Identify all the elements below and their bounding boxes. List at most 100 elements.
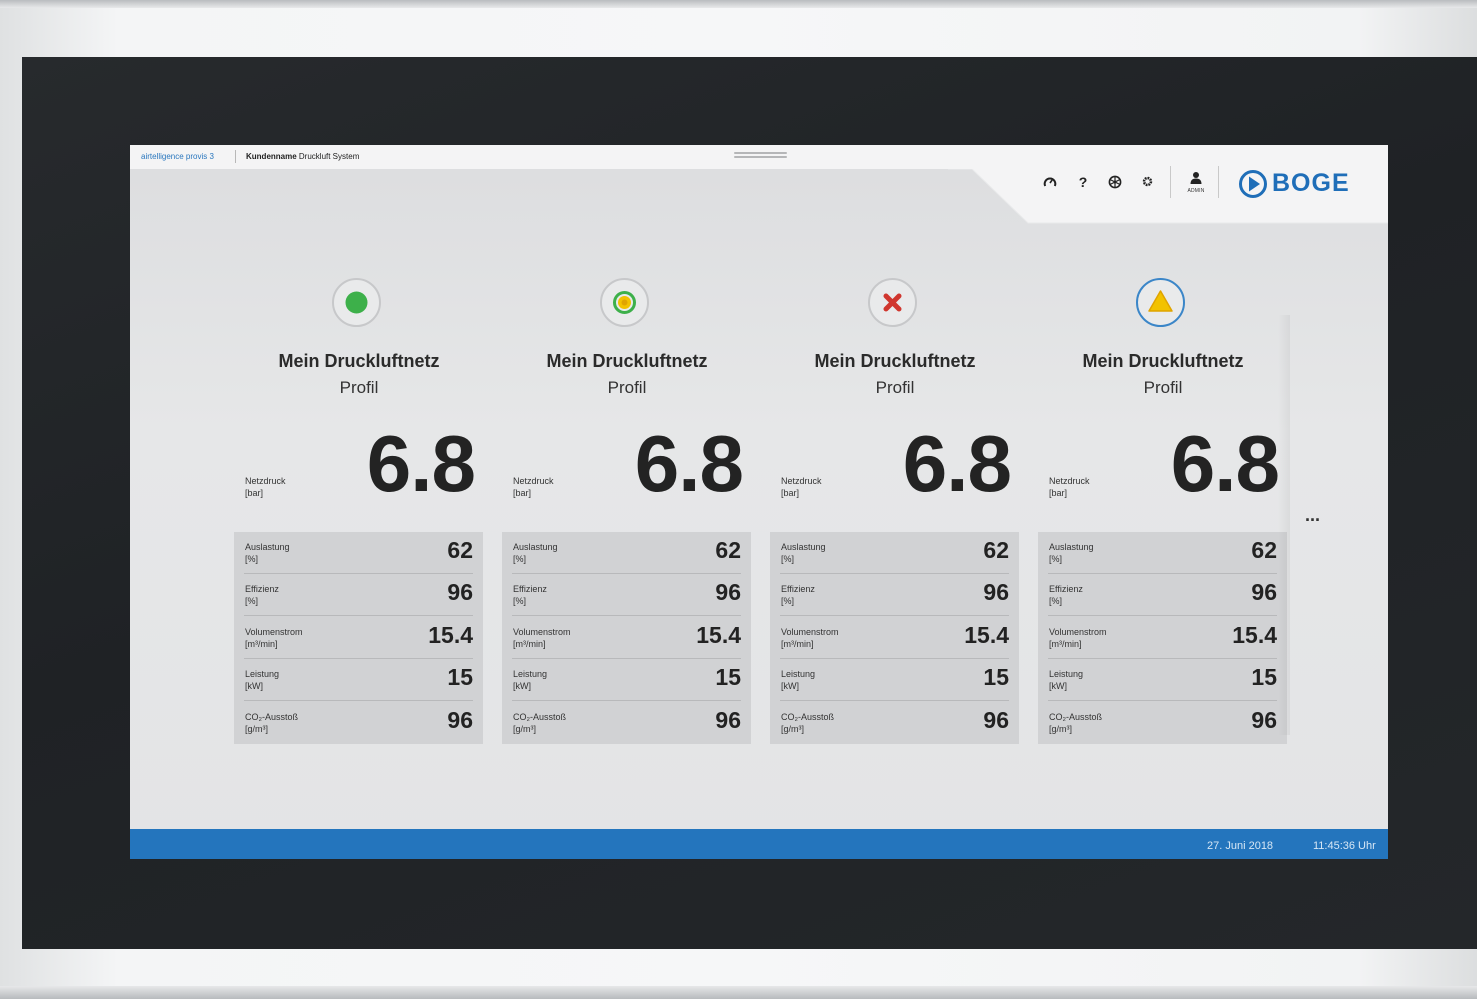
metric-value: 15 xyxy=(715,664,741,690)
metrics-table: Auslastung [%] 62 Effizienz [%] 96 Volumenst… xyxy=(1038,532,1287,744)
metric-unit: [kW] xyxy=(1049,681,1067,691)
metric-value: 15.4 xyxy=(1232,622,1277,648)
app-name: airtelligence provis 3 xyxy=(141,152,214,161)
system-name: Kundenname Druckluft System xyxy=(246,152,359,161)
metric-unit: [%] xyxy=(1049,554,1063,564)
help-icon[interactable]: ? xyxy=(1073,171,1093,193)
metric-unit: [m³/min] xyxy=(513,639,546,649)
metric-unit: [%] xyxy=(1049,596,1063,606)
metric-label: Auslastung xyxy=(245,542,290,552)
boge-play-icon xyxy=(1239,170,1267,198)
pressure-label: Netzdruck [bar] xyxy=(1049,476,1090,498)
card-subtitle: Profil xyxy=(607,378,647,397)
metric-unit: [g/m³] xyxy=(245,724,269,734)
status-date: 27. Juni 2018 xyxy=(1207,840,1274,852)
metric-label: Leistung xyxy=(245,669,280,679)
metric-unit: [%] xyxy=(513,554,527,564)
metric-value: 62 xyxy=(983,537,1009,563)
app-screen: airtelligence provis 3 Kundenname Druckl… xyxy=(130,145,1388,859)
topbar-divider xyxy=(235,150,236,163)
pressure-label: Netzdruck [bar] xyxy=(513,476,554,498)
metric-row: CO₂-Ausstoß [g/m³] 96 xyxy=(1038,702,1287,744)
status-time: 11:45:36 Uhr xyxy=(1313,840,1376,852)
frame-bottom-edge xyxy=(0,986,1477,999)
metric-row: Auslastung [%] 62 xyxy=(1038,532,1287,574)
header-separator xyxy=(1218,166,1219,198)
metric-row: CO₂-Ausstoß [g/m³] 96 xyxy=(770,702,1019,744)
metric-label: Effizienz xyxy=(1049,584,1083,594)
metric-row: CO₂-Ausstoß [g/m³] 96 xyxy=(502,702,751,744)
pressure-label: Netzdruck [bar] xyxy=(781,476,822,498)
metric-value: 62 xyxy=(1251,537,1277,563)
metric-label: Effizienz xyxy=(245,584,279,594)
system-type: Druckluft System xyxy=(296,152,360,161)
metric-label: CO₂-Ausstoß xyxy=(245,712,299,722)
status-bar: 27. Juni 2018 11:45:36 Uhr xyxy=(130,829,1388,859)
network-icon[interactable] xyxy=(1105,171,1125,193)
metric-unit: [g/m³] xyxy=(781,724,805,734)
top-bar: airtelligence provis 3 Kundenname Druckl… xyxy=(130,145,1388,169)
network-card[interactable]: Mein Druckluftnetz Profil Netzdruck [bar]… xyxy=(1038,275,1288,745)
metric-unit: [m³/min] xyxy=(781,639,814,649)
pressure-label: Netzdruck [bar] xyxy=(245,476,286,498)
card-edge-shadow xyxy=(1278,315,1290,735)
metric-value: 62 xyxy=(447,537,473,563)
metric-label: Volumenstrom xyxy=(245,627,303,637)
metric-unit: [g/m³] xyxy=(513,724,537,734)
more-button[interactable]: ... xyxy=(1305,505,1320,526)
dashboard-gauge-icon[interactable] xyxy=(1040,171,1060,193)
status-indicator xyxy=(600,278,649,327)
metric-row: Leistung [kW] 15 xyxy=(770,659,1019,701)
card-title: Mein Druckluftnetz xyxy=(814,351,976,371)
status-indicator xyxy=(868,278,917,327)
metric-value: 96 xyxy=(447,579,473,605)
network-card[interactable]: Mein Druckluftnetz Profil Netzdruck [bar]… xyxy=(770,275,1020,745)
yellow-triangle-icon xyxy=(1148,290,1173,312)
metric-row: Volumenstrom [m³/min] 15.4 xyxy=(770,617,1019,659)
card-title: Mein Druckluftnetz xyxy=(278,351,440,371)
metrics-table: Auslastung [%] 62 Effizienz [%] 96 Volumenst… xyxy=(234,532,483,744)
metric-row: Effizienz [%] 96 xyxy=(502,574,751,616)
metric-row: Effizienz [%] 96 xyxy=(1038,574,1287,616)
admin-label: ADMIN xyxy=(1187,188,1205,194)
card-subtitle: Profil xyxy=(339,378,379,397)
metrics-table: Auslastung [%] 62 Effizienz [%] 96 Volumenst… xyxy=(770,532,1019,744)
metric-unit: [%] xyxy=(513,596,527,606)
metric-label: CO₂-Ausstoß xyxy=(513,712,567,722)
metric-value: 96 xyxy=(715,707,741,733)
metric-value: 15 xyxy=(1251,664,1277,690)
metric-label: Volumenstrom xyxy=(781,627,839,637)
metric-value: 15.4 xyxy=(696,622,741,648)
metric-label: Auslastung xyxy=(781,542,826,552)
metric-unit: [kW] xyxy=(781,681,799,691)
metric-row: Volumenstrom [m³/min] 15.4 xyxy=(502,617,751,659)
header-toolbar: ? ADMIN xyxy=(1040,166,1260,198)
metric-row: Auslastung [%] 62 xyxy=(770,532,1019,574)
metric-value: 96 xyxy=(983,579,1009,605)
metric-label: Volumenstrom xyxy=(1049,627,1107,637)
drag-handle[interactable] xyxy=(734,152,787,159)
logo-text: BOGE xyxy=(1272,169,1350,197)
metric-row: Leistung [kW] 15 xyxy=(502,659,751,701)
metric-row: Auslastung [%] 62 xyxy=(502,532,751,574)
status-indicator xyxy=(332,278,381,327)
pressure-value: 6.8 xyxy=(634,419,744,508)
network-card[interactable]: Mein Druckluftnetz Profil Netzdruck [bar]… xyxy=(234,275,484,745)
metric-value: 62 xyxy=(715,537,741,563)
pressure-value: 6.8 xyxy=(1170,419,1280,508)
metric-row: Effizienz [%] 96 xyxy=(770,574,1019,616)
settings-gear-icon[interactable] xyxy=(1137,171,1157,193)
metric-unit: [kW] xyxy=(245,681,263,691)
metric-label: Leistung xyxy=(781,669,816,679)
card-title: Mein Druckluftnetz xyxy=(546,351,708,371)
metric-value: 96 xyxy=(1251,579,1277,605)
pressure-value: 6.8 xyxy=(366,419,476,508)
metric-unit: [g/m³] xyxy=(1049,724,1073,734)
network-card[interactable]: Mein Druckluftnetz Profil Netzdruck [bar]… xyxy=(502,275,752,745)
metric-row: Volumenstrom [m³/min] 15.4 xyxy=(1038,617,1287,659)
card-subtitle: Profil xyxy=(875,378,915,397)
customer-name: Kundenname xyxy=(246,152,297,161)
metric-unit: [%] xyxy=(245,554,259,564)
admin-user-icon[interactable]: ADMIN xyxy=(1184,171,1208,197)
metric-unit: [m³/min] xyxy=(245,639,278,649)
